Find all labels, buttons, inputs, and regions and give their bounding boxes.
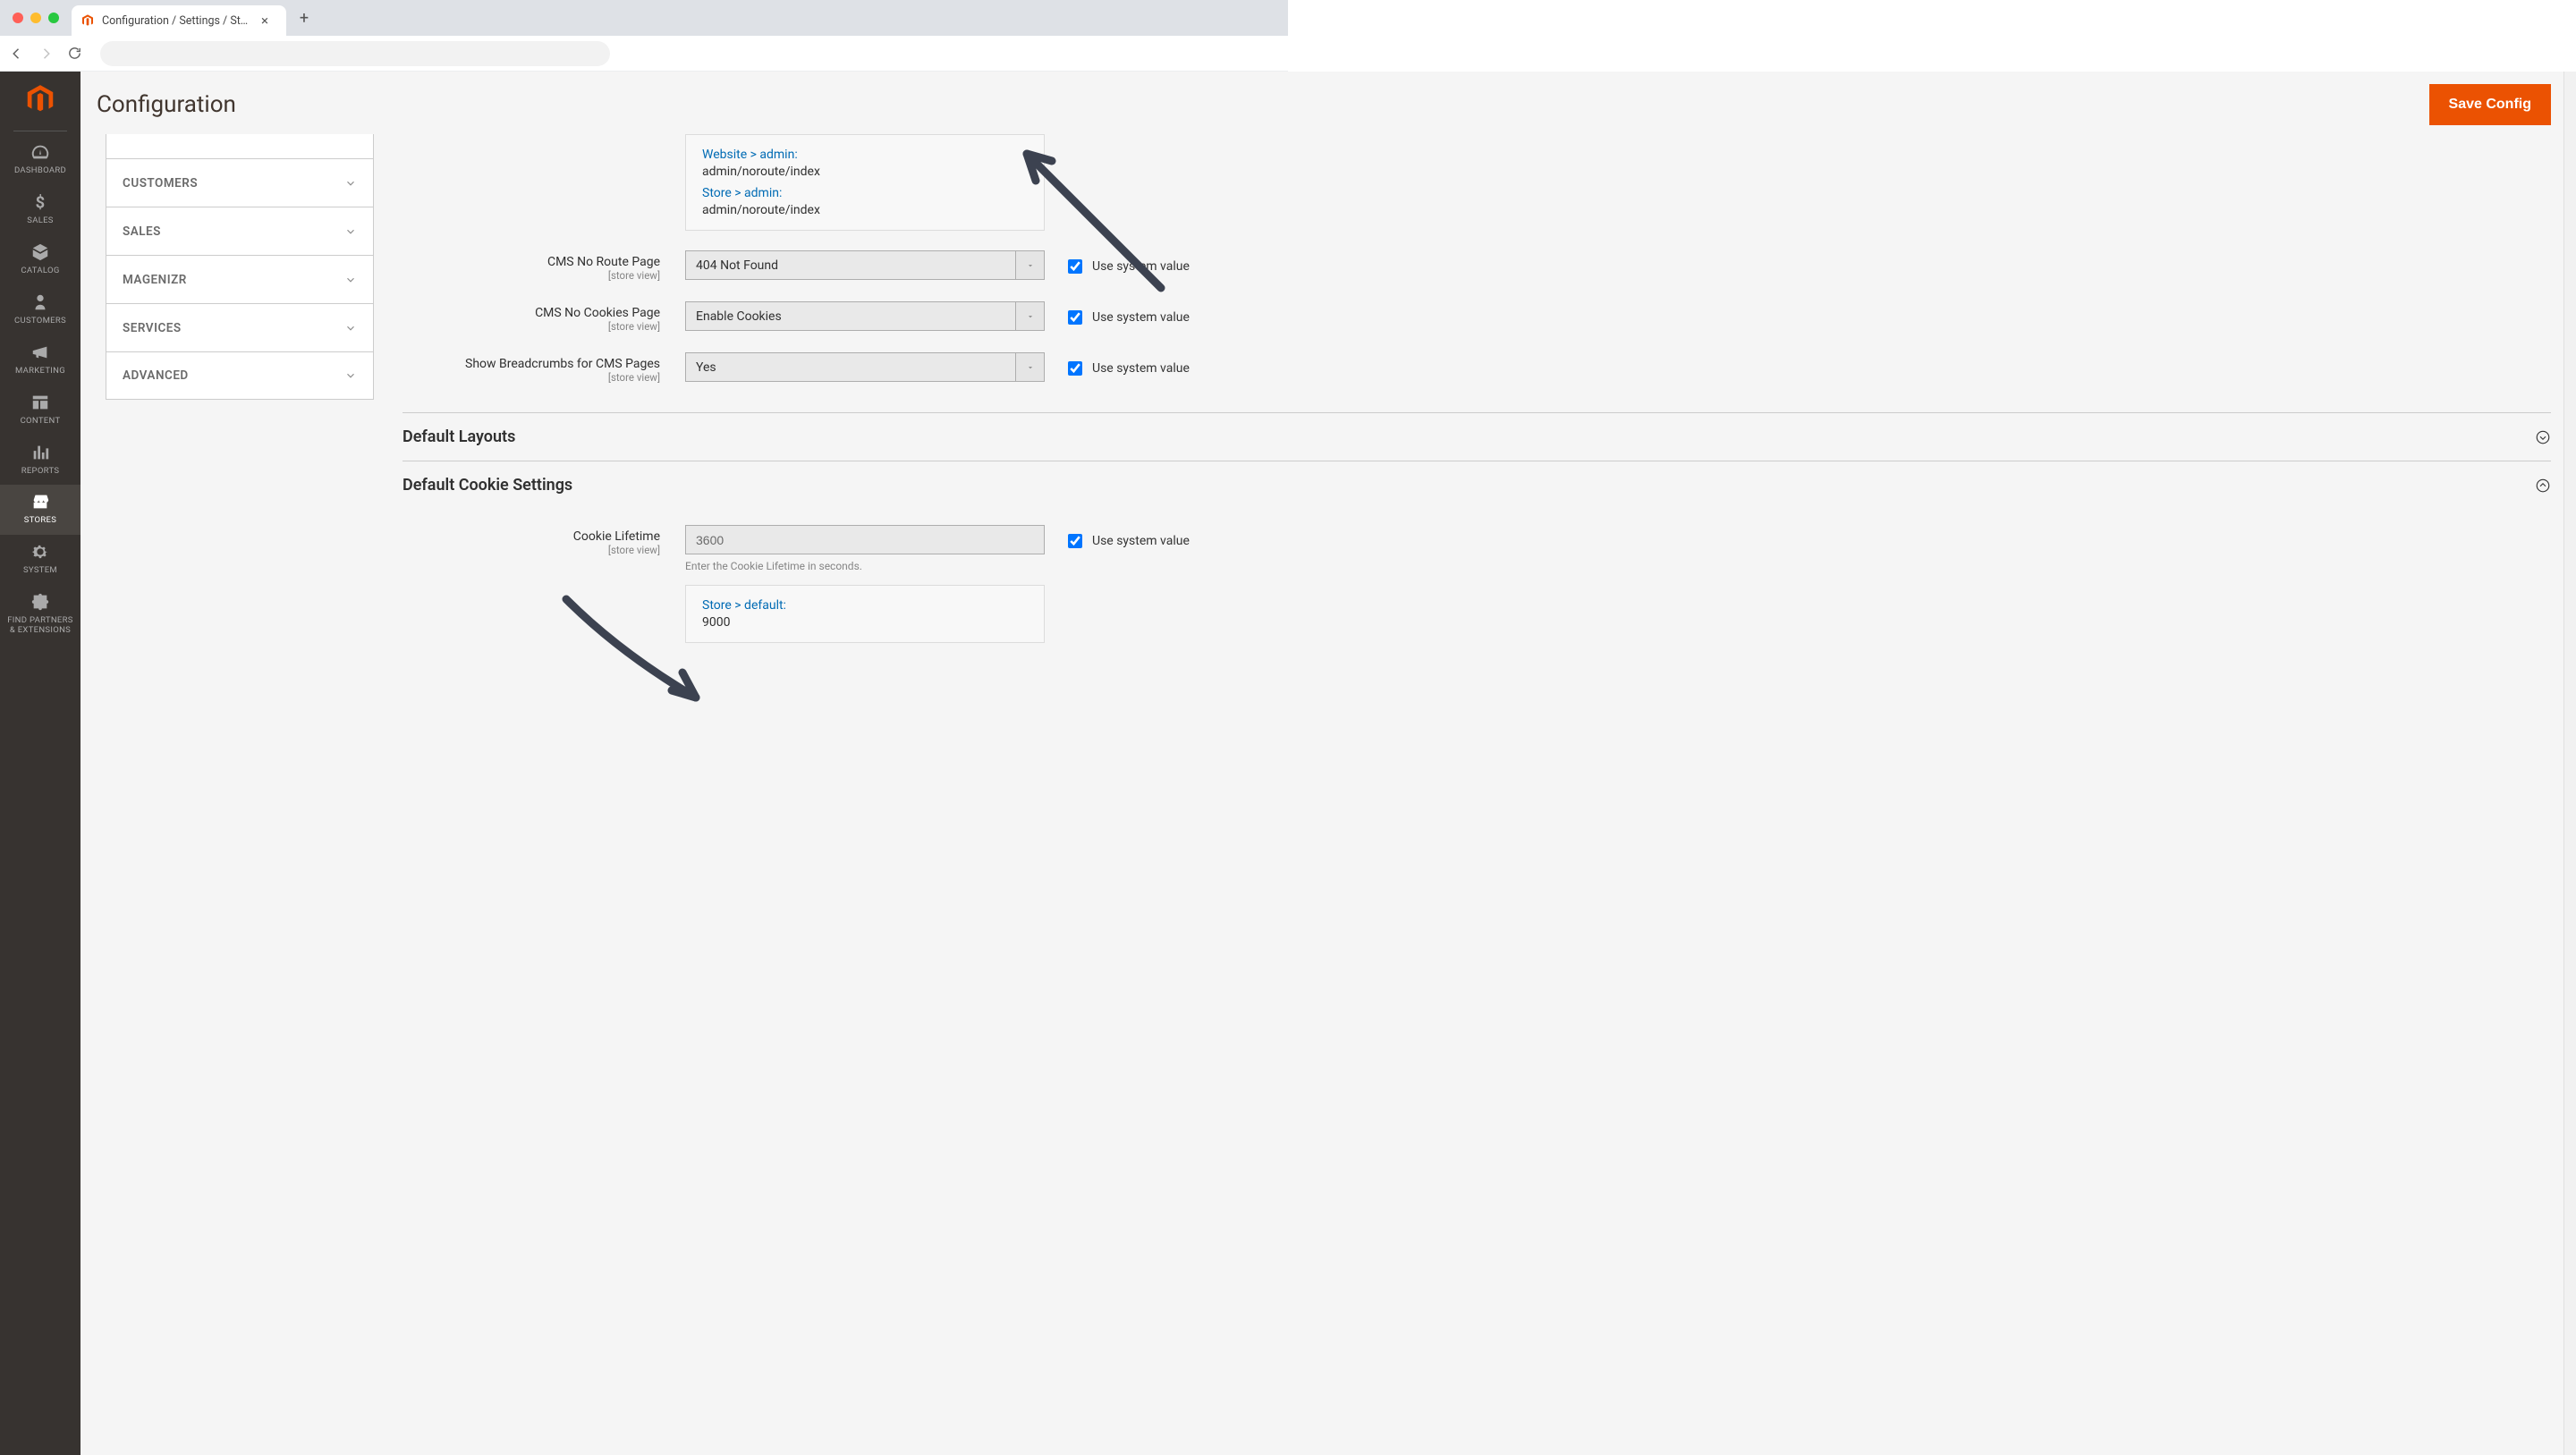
config-nav-accordion: CUSTOMERS SALES MAGENIZR SERVICES ADVANC… <box>106 134 374 1455</box>
section-default-layouts[interactable]: Default Layouts <box>402 412 2551 461</box>
svg-text:$: $ <box>36 193 46 212</box>
cookie-lifetime-use-system-checkbox[interactable] <box>1068 534 1082 548</box>
nav-content[interactable]: CONTENT <box>0 385 80 436</box>
page-content: Configuration Save Config CUSTOMERS SALE… <box>80 72 2576 1455</box>
chevron-down-icon <box>344 225 357 238</box>
save-config-button[interactable]: Save Config <box>2429 84 2551 125</box>
use-system-label: Use system value <box>1092 534 1190 548</box>
select-caret-icon <box>1015 353 1044 381</box>
page-title: Configuration <box>97 91 236 118</box>
tab-close-button[interactable]: × <box>261 14 268 28</box>
window-minimize-icon[interactable] <box>30 13 41 23</box>
cookie-lifetime-note: Enter the Cookie Lifetime in seconds. <box>685 560 1045 572</box>
window-zoom-icon[interactable] <box>48 13 59 23</box>
cms-nocookies-scope: [store view] <box>402 320 660 333</box>
address-bar[interactable] <box>100 41 610 66</box>
nav-stores[interactable]: STORES <box>0 485 80 535</box>
chevron-down-icon <box>344 322 357 334</box>
chevron-down-icon <box>344 274 357 286</box>
magento-logo-icon <box>23 82 57 116</box>
cookie-lifetime-scope: [store view] <box>402 544 660 556</box>
use-system-label: Use system value <box>1092 361 1190 376</box>
accordion-item-services[interactable]: SERVICES <box>106 303 374 351</box>
cms-nocookies-label: CMS No Cookies Page <box>402 306 660 320</box>
config-form: Website > admin: admin/noroute/index Sto… <box>374 134 2563 1455</box>
browser-tab[interactable]: Configuration / Settings / Store × <box>72 5 286 36</box>
megaphone-icon <box>30 343 50 362</box>
breadcrumbs-use-system-checkbox[interactable] <box>1068 361 1082 376</box>
nav-sales[interactable]: $ SALES <box>0 185 80 235</box>
cube-icon <box>30 242 50 262</box>
cms-nocookies-select[interactable]: Enable Cookies <box>685 301 1045 331</box>
select-caret-icon <box>1015 251 1044 279</box>
scope-website-link[interactable]: Website > admin: <box>702 148 1028 162</box>
admin-nav-rail: DASHBOARD $ SALES CATALOG CUSTOMERS MARK… <box>0 72 80 1455</box>
nav-system[interactable]: SYSTEM <box>0 535 80 585</box>
cms-nocookies-use-system-checkbox[interactable] <box>1068 310 1082 325</box>
layout-icon <box>30 393 50 412</box>
accordion-item-sales[interactable]: SALES <box>106 207 374 255</box>
reload-button[interactable] <box>66 46 82 62</box>
cookie-lifetime-label: Cookie Lifetime <box>402 529 660 544</box>
accordion-item-customers[interactable]: CUSTOMERS <box>106 158 374 207</box>
select-caret-icon <box>1015 302 1044 330</box>
nav-customers[interactable]: CUSTOMERS <box>0 285 80 335</box>
cms-noroute-select[interactable]: 404 Not Found <box>685 250 1045 280</box>
scope-store-link-2[interactable]: Store > default: <box>702 598 1028 613</box>
chevron-down-icon <box>344 369 357 382</box>
cookie-lifetime-input[interactable] <box>685 525 1045 554</box>
cms-noroute-scope: [store view] <box>402 269 660 282</box>
cms-noroute-use-system-checkbox[interactable] <box>1068 259 1082 274</box>
forward-button[interactable] <box>38 46 54 62</box>
gear-icon <box>30 542 50 562</box>
collapse-icon <box>2535 478 2551 494</box>
scope-store-value-2: 9000 <box>702 615 1028 630</box>
browser-tab-title: Configuration / Settings / Store <box>102 14 254 28</box>
dollar-icon: $ <box>30 192 50 212</box>
scope-store-link[interactable]: Store > admin: <box>702 186 1028 200</box>
breadcrumbs-scope: [store view] <box>402 371 660 384</box>
window-controls <box>0 13 72 23</box>
browser-tabstrip: Configuration / Settings / Store × + <box>0 0 1288 36</box>
nav-find-partners-label: FIND PARTNERS & EXTENSIONS <box>7 616 72 636</box>
breadcrumbs-select[interactable]: Yes <box>685 352 1045 382</box>
cms-noroute-label: CMS No Route Page <box>402 255 660 269</box>
accordion-item-advanced[interactable]: ADVANCED <box>106 351 374 400</box>
nav-dashboard[interactable]: DASHBOARD <box>0 135 80 185</box>
scope-website-value: admin/noroute/index <box>702 165 1028 179</box>
back-button[interactable] <box>9 46 25 62</box>
scope-store-value: admin/noroute/index <box>702 203 1028 217</box>
expand-icon <box>2535 429 2551 445</box>
use-system-label: Use system value <box>1092 259 1190 274</box>
window-close-icon[interactable] <box>13 13 23 23</box>
magento-favicon-icon <box>80 13 95 28</box>
section-default-cookie[interactable]: Default Cookie Settings <box>402 461 2551 509</box>
scope-override-box: Website > admin: admin/noroute/index Sto… <box>685 134 1045 231</box>
puzzle-icon <box>30 592 50 612</box>
breadcrumbs-label: Show Breadcrumbs for CMS Pages <box>402 357 660 371</box>
nav-reports[interactable]: REPORTS <box>0 436 80 486</box>
person-icon <box>30 292 50 312</box>
chevron-down-icon <box>344 177 357 190</box>
new-tab-button[interactable]: + <box>292 5 317 30</box>
bar-chart-icon <box>30 443 50 462</box>
nav-find-partners[interactable]: FIND PARTNERS & EXTENSIONS <box>0 585 80 645</box>
nav-marketing[interactable]: MARKETING <box>0 335 80 385</box>
accordion-item-blank[interactable] <box>106 134 374 158</box>
use-system-label: Use system value <box>1092 310 1190 325</box>
accordion-item-magenizr[interactable]: MAGENIZR <box>106 255 374 303</box>
gauge-icon <box>30 142 50 162</box>
scope-override-box-2: Store > default: 9000 <box>685 585 1045 643</box>
nav-catalog[interactable]: CATALOG <box>0 235 80 285</box>
store-icon <box>30 492 50 512</box>
browser-toolbar <box>0 36 1288 72</box>
